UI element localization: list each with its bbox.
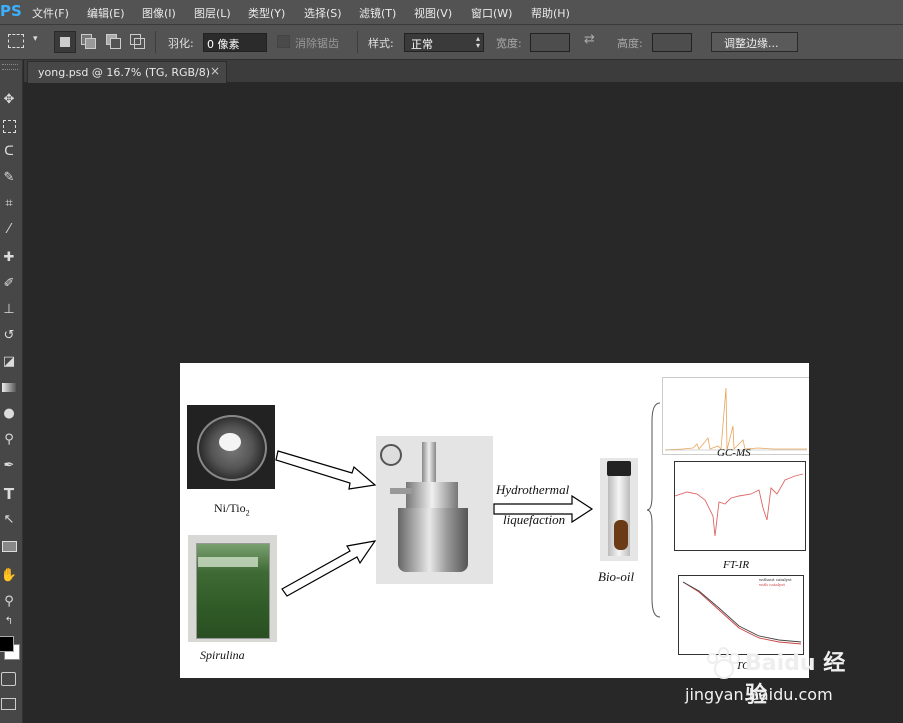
- hand-icon[interactable]: ✋: [0, 566, 18, 586]
- ftir-chart: [674, 461, 806, 551]
- menu-layer[interactable]: 图层(L): [194, 5, 231, 21]
- brush-icon[interactable]: ✐: [0, 274, 18, 294]
- arrow-spirulina: [281, 540, 377, 597]
- paw-logo-icon: [705, 647, 740, 679]
- quick-select-icon[interactable]: ✎: [0, 168, 18, 188]
- document-tab[interactable]: yong.psd @ 16.7% (TG, RGB/8) ×: [27, 61, 227, 83]
- arrow-catalyst: [275, 450, 377, 490]
- panel-grip[interactable]: [2, 64, 18, 70]
- stamp-icon[interactable]: ⊥: [0, 300, 18, 320]
- dodge-icon[interactable]: ⚲: [0, 430, 18, 450]
- menu-bar: PS 文件(F) 编辑(E) 图像(I) 图层(L) 类型(Y) 选择(S) 滤…: [0, 0, 903, 25]
- menu-help[interactable]: 帮助(H): [531, 5, 570, 21]
- photoshop-logo: PS: [0, 2, 22, 20]
- antialias-checkbox[interactable]: [277, 35, 290, 48]
- close-icon[interactable]: ×: [210, 64, 220, 78]
- feather-input[interactable]: 0 像素: [203, 33, 267, 52]
- swap-icon[interactable]: ⇄: [584, 32, 595, 47]
- zoom-icon[interactable]: ⚲: [0, 592, 18, 612]
- eyedropper-icon[interactable]: ⁄: [0, 220, 18, 240]
- new-selection-button[interactable]: [54, 31, 76, 53]
- lasso-icon[interactable]: ᑕ: [0, 142, 18, 162]
- brace: [646, 402, 661, 618]
- menu-file[interactable]: 文件(F): [32, 5, 69, 21]
- chevron-down-icon[interactable]: ▾: [33, 34, 38, 44]
- feather-value: 0 像素: [207, 38, 240, 51]
- eraser-icon[interactable]: ◪: [0, 352, 18, 372]
- add-selection-button[interactable]: [80, 33, 96, 49]
- tg-legend-2: with catalyst: [759, 582, 785, 587]
- rect-marquee-preset-icon[interactable]: [8, 34, 24, 48]
- height-input[interactable]: [652, 33, 692, 52]
- menu-select[interactable]: 选择(S): [304, 5, 342, 21]
- healing-icon[interactable]: ✚: [0, 248, 18, 268]
- subtract-selection-button[interactable]: [105, 33, 121, 49]
- width-label: 宽度:: [496, 37, 522, 50]
- ftir-label: FT-IR: [723, 559, 750, 571]
- feather-label: 羽化:: [168, 37, 194, 50]
- process-label-line1: Hydrothermal: [496, 482, 570, 497]
- blur-icon[interactable]: ●: [0, 404, 18, 424]
- style-value: 正常: [411, 38, 433, 51]
- options-bar: ▾ 羽化: 0 像素 消除锯齿 样式: 正常 ▴ ▾ 宽度: ⇄ 高度: 调整边缘…: [0, 25, 903, 60]
- process-label-line2: liquefaction: [503, 512, 566, 527]
- bio-oil-photo: [600, 458, 638, 561]
- refine-edge-button[interactable]: 调整边缘...: [711, 32, 798, 52]
- style-label: 样式:: [368, 37, 394, 50]
- reactor-photo: [376, 436, 493, 584]
- width-input[interactable]: [530, 33, 570, 52]
- menu-type[interactable]: 类型(Y): [248, 5, 285, 21]
- watermark-url: jingyan.baidu.com: [685, 685, 833, 704]
- refine-edge-label: 调整边缘...: [724, 37, 779, 50]
- tg-chart: without catalyst with catalyst: [678, 575, 804, 655]
- gcms-label: GC-MS: [717, 447, 751, 459]
- intersect-selection-button[interactable]: [129, 33, 145, 49]
- menu-window[interactable]: 窗口(W): [471, 5, 512, 21]
- marquee-icon[interactable]: [0, 116, 18, 136]
- shape-icon[interactable]: [0, 536, 18, 556]
- swap-colors-icon[interactable]: ↰: [0, 612, 18, 632]
- separator: [155, 31, 156, 53]
- type-icon[interactable]: T: [0, 484, 18, 504]
- tools-panel: ✥ ᑕ ✎ ⌗ ⁄ ✚ ✐ ⊥ ↺ ◪ ● ⚲ ✒ T ↖ ✋ ⚲ ↰: [0, 60, 23, 723]
- document-tab-bar: yong.psd @ 16.7% (TG, RGB/8) ×: [24, 60, 903, 83]
- menu-view[interactable]: 视图(V): [414, 5, 452, 21]
- baidu-watermark: Baidu 经验 jingyan.baidu.com: [685, 645, 855, 715]
- screen-mode-icon[interactable]: [1, 698, 16, 710]
- height-label: 高度:: [617, 37, 643, 50]
- gradient-icon[interactable]: [0, 378, 18, 398]
- document-tab-title: yong.psd @ 16.7% (TG, RGB/8): [38, 66, 211, 79]
- menu-edit[interactable]: 编辑(E): [87, 5, 125, 21]
- quick-mask-icon[interactable]: [1, 672, 16, 686]
- antialias-label: 消除锯齿: [295, 37, 339, 50]
- foreground-color-swatch[interactable]: [0, 636, 14, 652]
- bio-oil-caption: Bio-oil: [598, 569, 635, 584]
- select-arrows-icon: ▴ ▾: [475, 34, 480, 50]
- style-select[interactable]: 正常 ▴ ▾: [404, 33, 484, 52]
- move-icon[interactable]: ✥: [0, 90, 18, 110]
- history-brush-icon[interactable]: ↺: [0, 326, 18, 346]
- crop-icon[interactable]: ⌗: [0, 194, 18, 214]
- document-canvas[interactable]: Ni/Tio2 Spirulina Hydrothermal liquefact…: [180, 363, 809, 678]
- menu-image[interactable]: 图像(I): [142, 5, 176, 21]
- pen-icon[interactable]: ✒: [0, 456, 18, 476]
- menu-filter[interactable]: 滤镜(T): [359, 5, 396, 21]
- separator: [357, 31, 358, 53]
- gcms-chart: [662, 377, 809, 455]
- path-select-icon[interactable]: ↖: [0, 510, 18, 530]
